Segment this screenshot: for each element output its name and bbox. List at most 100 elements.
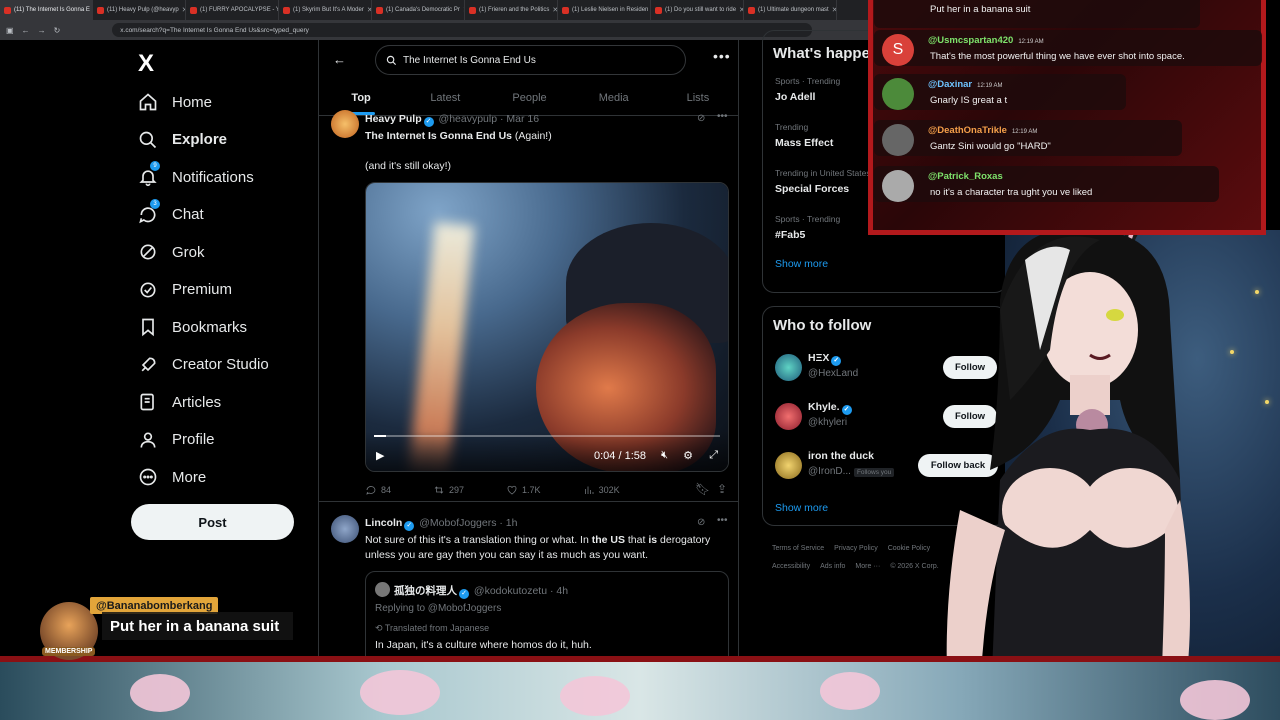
browser-tab[interactable]: (1) Skyrim But It's A Moder✕ bbox=[279, 0, 372, 20]
home-icon bbox=[139, 93, 157, 111]
avatar bbox=[375, 582, 390, 597]
tweet-more-icon[interactable]: ••• bbox=[717, 515, 728, 526]
fullscreen-icon[interactable]: ⤢ bbox=[709, 449, 718, 462]
nav-item-premium[interactable]: Premium bbox=[138, 280, 232, 300]
more-icon bbox=[139, 468, 157, 486]
tab-favicon-icon bbox=[97, 6, 104, 14]
tweet-more-icon[interactable]: ••• bbox=[717, 111, 728, 122]
notification-badge: 9 bbox=[150, 161, 160, 171]
reload-icon[interactable]: ↻ bbox=[54, 26, 61, 35]
trend-name[interactable]: #Fab5 bbox=[775, 229, 805, 241]
tab-latest[interactable]: Latest bbox=[403, 84, 487, 115]
nav-item-more[interactable]: More bbox=[138, 467, 206, 487]
quoted-header: 孤独の料理人 ✓ @kodokutozetu · 4h bbox=[394, 585, 569, 599]
grok-icon[interactable]: ⊘ bbox=[697, 517, 705, 528]
chat-message: Put her in a banana suit bbox=[874, 0, 1200, 28]
nav-item-articles[interactable]: Articles bbox=[138, 392, 221, 412]
back-arrow-icon[interactable]: ← bbox=[333, 52, 346, 67]
trend-name[interactable]: Mass Effect bbox=[775, 137, 833, 149]
grok-icon[interactable]: ⊘ bbox=[697, 113, 705, 124]
tab-favicon-icon bbox=[469, 6, 476, 14]
author-name[interactable]: Lincoln bbox=[365, 517, 402, 529]
views-button[interactable]: 302K bbox=[583, 484, 620, 496]
tab-close-icon[interactable]: ✕ bbox=[832, 6, 836, 14]
browser-tab[interactable]: (1) Canada's Democratic Pr✕ bbox=[372, 0, 465, 20]
chat-message: S @Usmcspartan420 12:19 AM That's the most … bbox=[874, 30, 1262, 66]
nav-item-bookmarks[interactable]: Bookmarks bbox=[138, 317, 247, 337]
browser-tab[interactable]: (11) Heavy Pulp (@heavyp✕ bbox=[93, 0, 186, 20]
tab-title: (1) Skyrim But It's A Moder bbox=[293, 7, 364, 13]
author-name[interactable]: Heavy Pulp bbox=[365, 113, 422, 125]
footer-link[interactable]: Ads info bbox=[820, 563, 845, 570]
search-input[interactable]: The Internet Is Gonna End Us bbox=[375, 45, 686, 75]
nav-item-creator-studio[interactable]: Creator Studio bbox=[138, 355, 269, 375]
trend-name[interactable]: Special Forces bbox=[775, 183, 849, 195]
reply-button[interactable]: 84 bbox=[365, 484, 391, 496]
chat-text: That's the most powerful thing we have e… bbox=[930, 51, 1185, 62]
tab-media[interactable]: Media bbox=[572, 84, 656, 115]
nav-label: Explore bbox=[172, 131, 228, 148]
x-logo-icon[interactable]: X bbox=[138, 50, 154, 78]
footer-link[interactable]: Privacy Policy bbox=[834, 545, 878, 552]
video-progress-bar[interactable] bbox=[374, 435, 720, 437]
browser-tab[interactable]: (1) FURRY APOCALYPSE - Y✕ bbox=[186, 0, 279, 20]
footer-link[interactable]: More ··· bbox=[855, 563, 880, 570]
nav-item-notifications[interactable]: 9 Notifications bbox=[138, 161, 254, 187]
browser-tab[interactable]: (11) The Internet Is Gonna E✕ bbox=[0, 0, 93, 20]
tab-top[interactable]: Top bbox=[319, 84, 403, 115]
nav-item-explore[interactable]: Explore bbox=[138, 130, 227, 150]
trend-context: Trending in United States bbox=[775, 168, 871, 178]
browser-tab-bar: (11) The Internet Is Gonna E✕(11) Heavy … bbox=[0, 0, 870, 20]
avatar[interactable] bbox=[775, 452, 802, 479]
chat-text: Put her in a banana suit bbox=[930, 4, 1031, 15]
membership-badge: MEMBERSHIP bbox=[42, 647, 96, 656]
bookmark-icon[interactable]: 🔖︎ bbox=[695, 482, 710, 496]
follow-name[interactable]: iron the duck bbox=[808, 450, 874, 462]
repost-button[interactable]: 297 bbox=[433, 484, 464, 496]
play-icon[interactable]: ▶ bbox=[376, 449, 384, 462]
quoted-tweet[interactable]: 孤独の料理人 ✓ @kodokutozetu · 4h Replying to @… bbox=[365, 571, 729, 660]
more-options-icon[interactable]: ••• bbox=[713, 48, 731, 64]
nav-item-home[interactable]: Home bbox=[138, 92, 212, 112]
nav-label: Creator Studio bbox=[172, 356, 269, 373]
nav-item-chat[interactable]: 3 Chat bbox=[138, 198, 204, 225]
author-handle: @heavypulp · Mar 16 bbox=[438, 113, 540, 125]
tab-favicon-icon bbox=[376, 6, 383, 14]
tweet[interactable]: Heavy Pulp ✓ @heavypulp · Mar 16 ⊘ ••• Th… bbox=[319, 110, 738, 502]
settings-icon[interactable]: ⚙ bbox=[683, 449, 693, 462]
trend-name[interactable]: Jo Adell bbox=[775, 91, 815, 103]
browser-tab[interactable]: (1) Leslie Nielsen in Residen✕ bbox=[558, 0, 651, 20]
url-input[interactable]: x.com/search?q=The Internet Is Gonna End… bbox=[112, 23, 813, 37]
mute-icon[interactable]: 🔇︎ bbox=[661, 449, 668, 462]
follow-show-more[interactable]: Show more bbox=[775, 502, 828, 514]
sidebar-toggle-icon[interactable]: ▣ bbox=[6, 26, 14, 35]
trends-show-more[interactable]: Show more bbox=[775, 258, 828, 270]
nav-item-profile[interactable]: Profile bbox=[138, 430, 215, 450]
share-icon[interactable]: ⇪ bbox=[717, 482, 727, 496]
tab-people[interactable]: People bbox=[487, 84, 571, 115]
follow-name[interactable]: Khyle. ✓ bbox=[808, 401, 854, 415]
browser-tab[interactable]: (1) Do you still want to ride✕ bbox=[651, 0, 744, 20]
forward-icon[interactable]: → bbox=[38, 26, 46, 35]
like-button[interactable]: 1.7K bbox=[506, 484, 541, 496]
browser-tab[interactable]: (1) Ultimate dungeon mast ✕ bbox=[744, 0, 837, 20]
views-icon bbox=[584, 486, 593, 494]
browser-tab[interactable]: (1) Frieren and the Politics ✕ bbox=[465, 0, 558, 20]
follow-name[interactable]: HΞX ✓ bbox=[808, 352, 843, 366]
follow-handle: @IronD... Follows you bbox=[808, 466, 895, 477]
avatar[interactable] bbox=[331, 110, 359, 138]
back-icon[interactable]: ← bbox=[22, 26, 30, 35]
avatar[interactable] bbox=[775, 403, 802, 430]
footer-link[interactable]: Cookie Policy bbox=[888, 545, 930, 552]
tab-title: (11) The Internet Is Gonna E bbox=[14, 7, 90, 13]
video-player[interactable]: ▶ 0:04 / 1:58 🔇︎ ⚙ ⤢ bbox=[365, 182, 729, 472]
avatar[interactable] bbox=[775, 354, 802, 381]
footer-link[interactable]: Accessibility bbox=[772, 563, 810, 570]
avatar[interactable] bbox=[331, 515, 359, 543]
post-button[interactable]: Post bbox=[131, 504, 294, 540]
footer-link[interactable]: Terms of Service bbox=[772, 545, 824, 552]
tab-favicon-icon bbox=[190, 6, 197, 14]
nav-item-grok[interactable]: Grok bbox=[138, 242, 205, 262]
who-to-follow-title: Who to follow bbox=[773, 317, 872, 334]
follow-handle: @HexLand bbox=[808, 368, 859, 379]
